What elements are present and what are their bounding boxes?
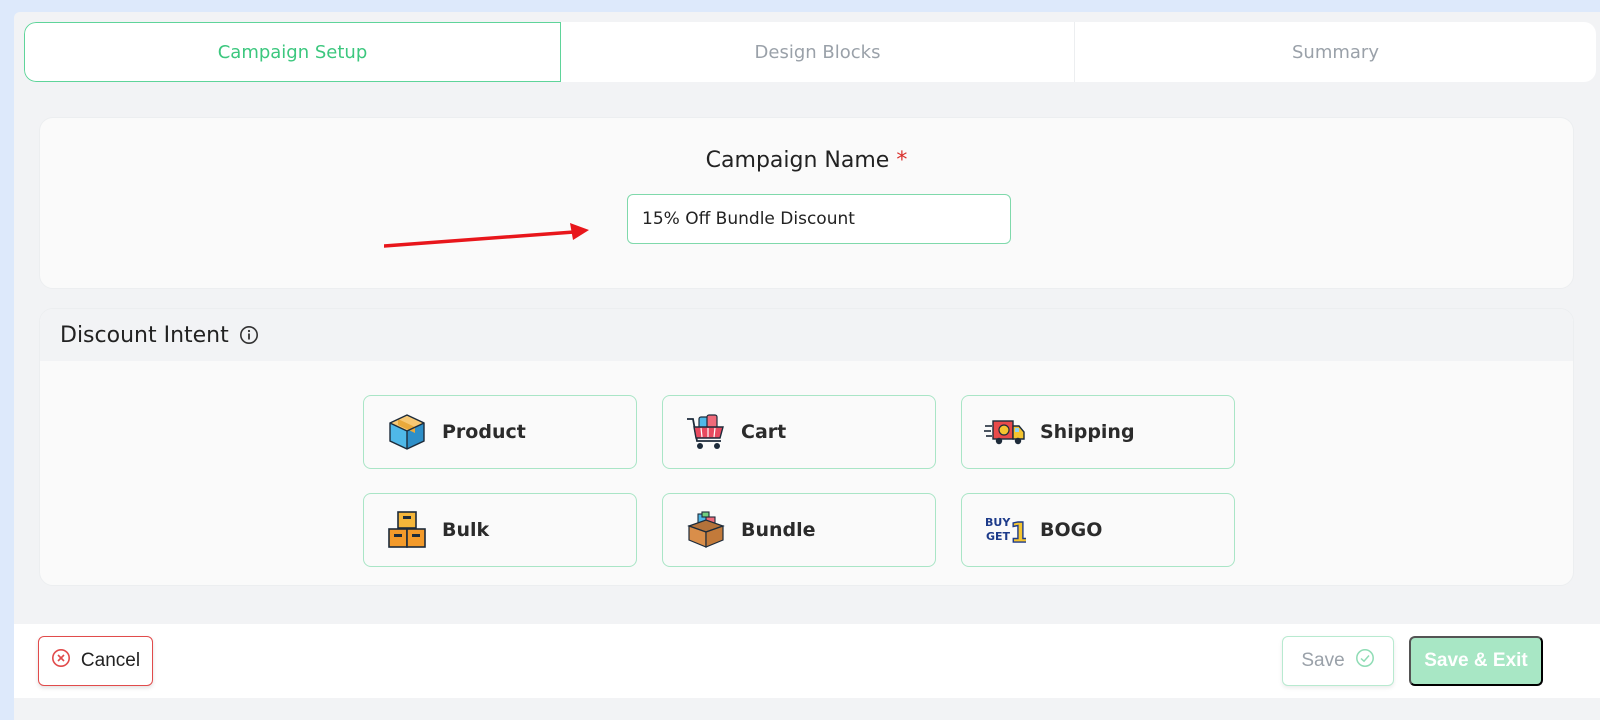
cancel-label: Cancel	[80, 650, 141, 671]
tab-design-blocks[interactable]: Design Blocks	[561, 22, 1075, 82]
stepper: Campaign Setup Design Blocks Summary	[24, 22, 1596, 82]
cancel-button[interactable]: Cancel	[38, 636, 153, 686]
intent-option-shipping[interactable]: Shipping	[961, 395, 1235, 469]
discount-intent-card: Discount Intent Product Cart Shipping Bu…	[39, 308, 1574, 586]
save-button[interactable]: Save	[1282, 636, 1394, 686]
campaign-name-input[interactable]	[627, 194, 1011, 244]
footer-bar: Cancel Save Save & Exit	[14, 624, 1600, 698]
discount-intent-title: Discount Intent	[60, 322, 229, 348]
delivery-truck-icon	[984, 411, 1026, 453]
info-icon[interactable]	[239, 325, 259, 345]
campaign-name-label: Campaign Name *	[40, 148, 1573, 173]
save-and-exit-button[interactable]: Save & Exit	[1409, 636, 1543, 686]
shopping-cart-icon	[685, 411, 727, 453]
stacked-boxes-icon	[386, 509, 428, 551]
intent-option-label: Cart	[741, 421, 787, 443]
bundle-box-icon	[685, 509, 727, 551]
intent-option-bogo[interactable]: BUY GET 1 BOGO	[961, 493, 1235, 567]
required-mark: *	[896, 148, 908, 173]
intent-option-label: Product	[442, 421, 526, 443]
intent-option-bulk[interactable]: Bulk	[363, 493, 637, 567]
annotation-arrow-icon	[384, 223, 589, 248]
tab-summary[interactable]: Summary	[1075, 22, 1596, 82]
close-circle-icon	[51, 648, 71, 674]
intent-option-label: BOGO	[1040, 519, 1103, 541]
app-frame: Campaign Setup Design Blocks Summary Cam…	[14, 12, 1600, 720]
discount-intent-options: Product Cart Shipping Bulk Bundle BUY GE…	[363, 395, 1235, 567]
bogo-icon-text-buy: BUY	[985, 516, 1011, 529]
box-icon	[386, 411, 428, 453]
intent-option-cart[interactable]: Cart	[662, 395, 936, 469]
intent-option-product[interactable]: Product	[363, 395, 637, 469]
campaign-name-label-text: Campaign Name	[705, 148, 890, 173]
intent-option-label: Bundle	[741, 519, 816, 541]
tab-campaign-setup[interactable]: Campaign Setup	[24, 22, 561, 82]
intent-option-bundle[interactable]: Bundle	[662, 493, 936, 567]
discount-intent-header: Discount Intent	[40, 309, 1573, 361]
bogo-icon-text-get: GET	[986, 530, 1011, 543]
save-label: Save	[1301, 650, 1345, 671]
intent-option-label: Shipping	[1040, 421, 1135, 443]
buy-get-one-icon: BUY GET 1	[984, 509, 1026, 551]
intent-option-label: Bulk	[442, 519, 490, 541]
check-circle-icon	[1355, 648, 1375, 674]
bogo-icon-text-one: 1	[1010, 516, 1026, 549]
campaign-name-card: Campaign Name *	[39, 117, 1574, 289]
